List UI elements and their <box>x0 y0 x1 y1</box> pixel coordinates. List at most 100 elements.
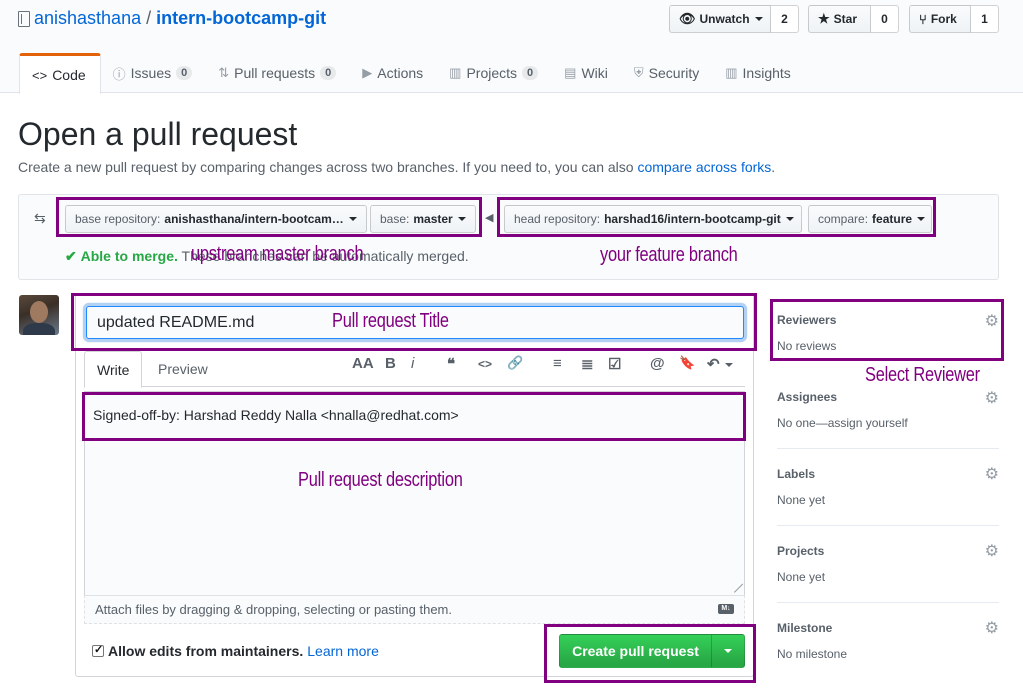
tab-code[interactable]: <> Code <box>19 53 101 94</box>
git-compare-icon: ⇆ <box>34 210 46 226</box>
tab-projects[interactable]: ▥ Projects 0 <box>437 53 552 93</box>
tab-preview[interactable]: Preview <box>146 351 220 388</box>
watch-group: 👁 Unwatch 2 <box>669 5 799 33</box>
tab-insights-label: Insights <box>742 65 791 81</box>
learn-more-link[interactable]: Learn more <box>307 643 379 659</box>
ordered-list-icon[interactable]: ≣ <box>581 355 594 373</box>
task-list-icon[interactable]: ☑ <box>608 355 621 373</box>
attach-files-text: Attach files by dragging & dropping, sel… <box>95 602 452 617</box>
body-textarea[interactable]: Signed-off-by: Harshad Reddy Nalla <hnal… <box>84 391 745 595</box>
annotation-title: Pull request Title <box>332 310 449 332</box>
allow-edits-label: Allow edits from maintainers. <box>108 643 304 659</box>
fork-label: Fork <box>930 12 957 26</box>
annotation-feature: your feature branch <box>600 244 738 266</box>
saved-reply-icon[interactable]: 🔖 <box>679 355 695 371</box>
sidebar-milestone: Milestone ⚙ No milestone <box>777 603 999 673</box>
mention-icon[interactable]: @ <box>650 355 665 372</box>
code-icon: <> <box>32 67 48 83</box>
base-branch-select[interactable]: base: master <box>370 205 476 233</box>
bold-icon[interactable]: B <box>385 355 396 372</box>
tab-insights[interactable]: ▥ Insights <box>713 53 805 93</box>
repo-owner-link[interactable]: anishasthana <box>34 8 141 29</box>
projects-heading[interactable]: Projects <box>777 544 824 558</box>
gear-icon[interactable]: ⚙ <box>985 464 999 484</box>
stars-count[interactable]: 0 <box>871 5 899 33</box>
tab-wiki-label: Wiki <box>581 65 608 81</box>
chevron-down-icon <box>724 649 732 653</box>
gear-icon[interactable]: ⚙ <box>985 388 999 408</box>
tab-actions-label: Actions <box>377 65 424 81</box>
chevron-down-icon <box>917 217 926 221</box>
gear-icon[interactable]: ⚙ <box>985 618 999 638</box>
repo-separator: / <box>146 8 152 28</box>
tab-issues-label: Issues <box>130 65 172 81</box>
projects-value: None yet <box>777 570 826 584</box>
markdown-icon[interactable]: M↓ <box>718 604 734 614</box>
repo-icon <box>18 10 30 27</box>
arrow-left-icon: ◀ <box>485 212 494 224</box>
fork-group: ⑂ Fork 1 <box>909 5 999 33</box>
star-icon: ★ <box>818 11 830 26</box>
tab-issues[interactable]: ⓘ Issues 0 <box>101 53 207 93</box>
editor-tabs: Write Preview <box>84 351 745 388</box>
attach-files-bar[interactable]: Attach files by dragging & dropping, sel… <box>84 595 745 624</box>
base-repository-select[interactable]: base repository: anishasthana/intern-boo… <box>65 205 367 233</box>
tab-security[interactable]: ⛨ Security <box>622 53 713 93</box>
annotation-description: Pull request description <box>298 469 463 491</box>
graph-icon: ▥ <box>725 65 738 80</box>
gear-icon[interactable]: ⚙ <box>985 311 999 331</box>
labels-heading[interactable]: Labels <box>777 467 815 481</box>
page-description-text: Create a new pull request by comparing c… <box>18 159 638 175</box>
create-pull-request-button[interactable]: Create pull request <box>559 634 712 668</box>
tab-write[interactable]: Write <box>84 351 142 388</box>
avatar[interactable] <box>19 295 59 335</box>
tab-wiki[interactable]: ▤ Wiki <box>552 53 622 93</box>
milestone-heading[interactable]: Milestone <box>777 621 832 635</box>
compare-branch-select[interactable]: compare: feature <box>808 205 932 233</box>
head-repository-select[interactable]: head repository: harshad16/intern-bootca… <box>504 205 802 233</box>
project-icon: ▥ <box>449 65 462 80</box>
quote-icon[interactable]: ❝ <box>447 355 455 373</box>
reply-icon[interactable]: ↶ <box>707 355 733 373</box>
page-description-end: . <box>771 159 776 175</box>
code-icon[interactable]: <> <box>478 357 492 371</box>
unwatch-button[interactable]: 👁 Unwatch <box>669 5 771 33</box>
tab-security-label: Security <box>648 65 700 81</box>
italic-icon[interactable]: i <box>411 355 414 372</box>
annotation-reviewer: Select Reviewer <box>865 364 980 386</box>
star-button[interactable]: ★ Star <box>808 5 871 33</box>
forks-count[interactable]: 1 <box>971 5 999 33</box>
tab-pull-requests-label: Pull requests <box>234 65 316 81</box>
watchers-count[interactable]: 2 <box>771 5 799 33</box>
link-icon[interactable]: 🔗 <box>507 355 523 371</box>
shield-icon: ⛨ <box>633 65 644 80</box>
head-repository-label: head repository: <box>514 212 601 226</box>
assignees-heading[interactable]: Assignees <box>777 390 837 404</box>
repo-header: anishasthana / intern-bootcamp-git 👁 Unw… <box>0 0 1023 94</box>
chevron-down-icon <box>457 217 466 221</box>
compare-forks-link[interactable]: compare across forks <box>637 159 771 175</box>
fork-button[interactable]: ⑂ Fork <box>909 5 971 33</box>
create-options-dropdown[interactable] <box>711 634 745 668</box>
resize-handle-icon[interactable] <box>734 583 743 592</box>
fork-icon: ⑂ <box>919 11 927 27</box>
reply-glyph: ↶ <box>707 356 720 373</box>
allow-edits-option[interactable]: Allow edits from maintainers. Learn more <box>92 643 379 659</box>
allow-edits-checkbox[interactable] <box>92 643 104 657</box>
reviewers-heading[interactable]: Reviewers <box>777 313 836 327</box>
chevron-down-icon <box>754 17 763 21</box>
play-icon: ▶ <box>362 65 373 80</box>
book-icon: ▤ <box>564 65 577 80</box>
repo-name-link[interactable]: intern-bootcamp-git <box>156 8 326 29</box>
tab-code-label: Code <box>52 67 86 83</box>
projects-counter: 0 <box>522 66 539 80</box>
assignees-value[interactable]: No one—assign yourself <box>777 416 908 430</box>
chevron-down-icon <box>785 217 794 221</box>
header-text-icon[interactable]: AA <box>352 355 374 372</box>
gear-icon[interactable]: ⚙ <box>985 541 999 561</box>
tab-actions[interactable]: ▶ Actions <box>350 53 437 93</box>
tab-pull-requests[interactable]: ⇅ Pull requests 0 <box>206 53 350 93</box>
sidebar-projects: Projects ⚙ None yet <box>777 526 999 603</box>
unordered-list-icon[interactable]: ≡ <box>553 355 562 372</box>
base-branch-label: base: <box>380 212 410 226</box>
